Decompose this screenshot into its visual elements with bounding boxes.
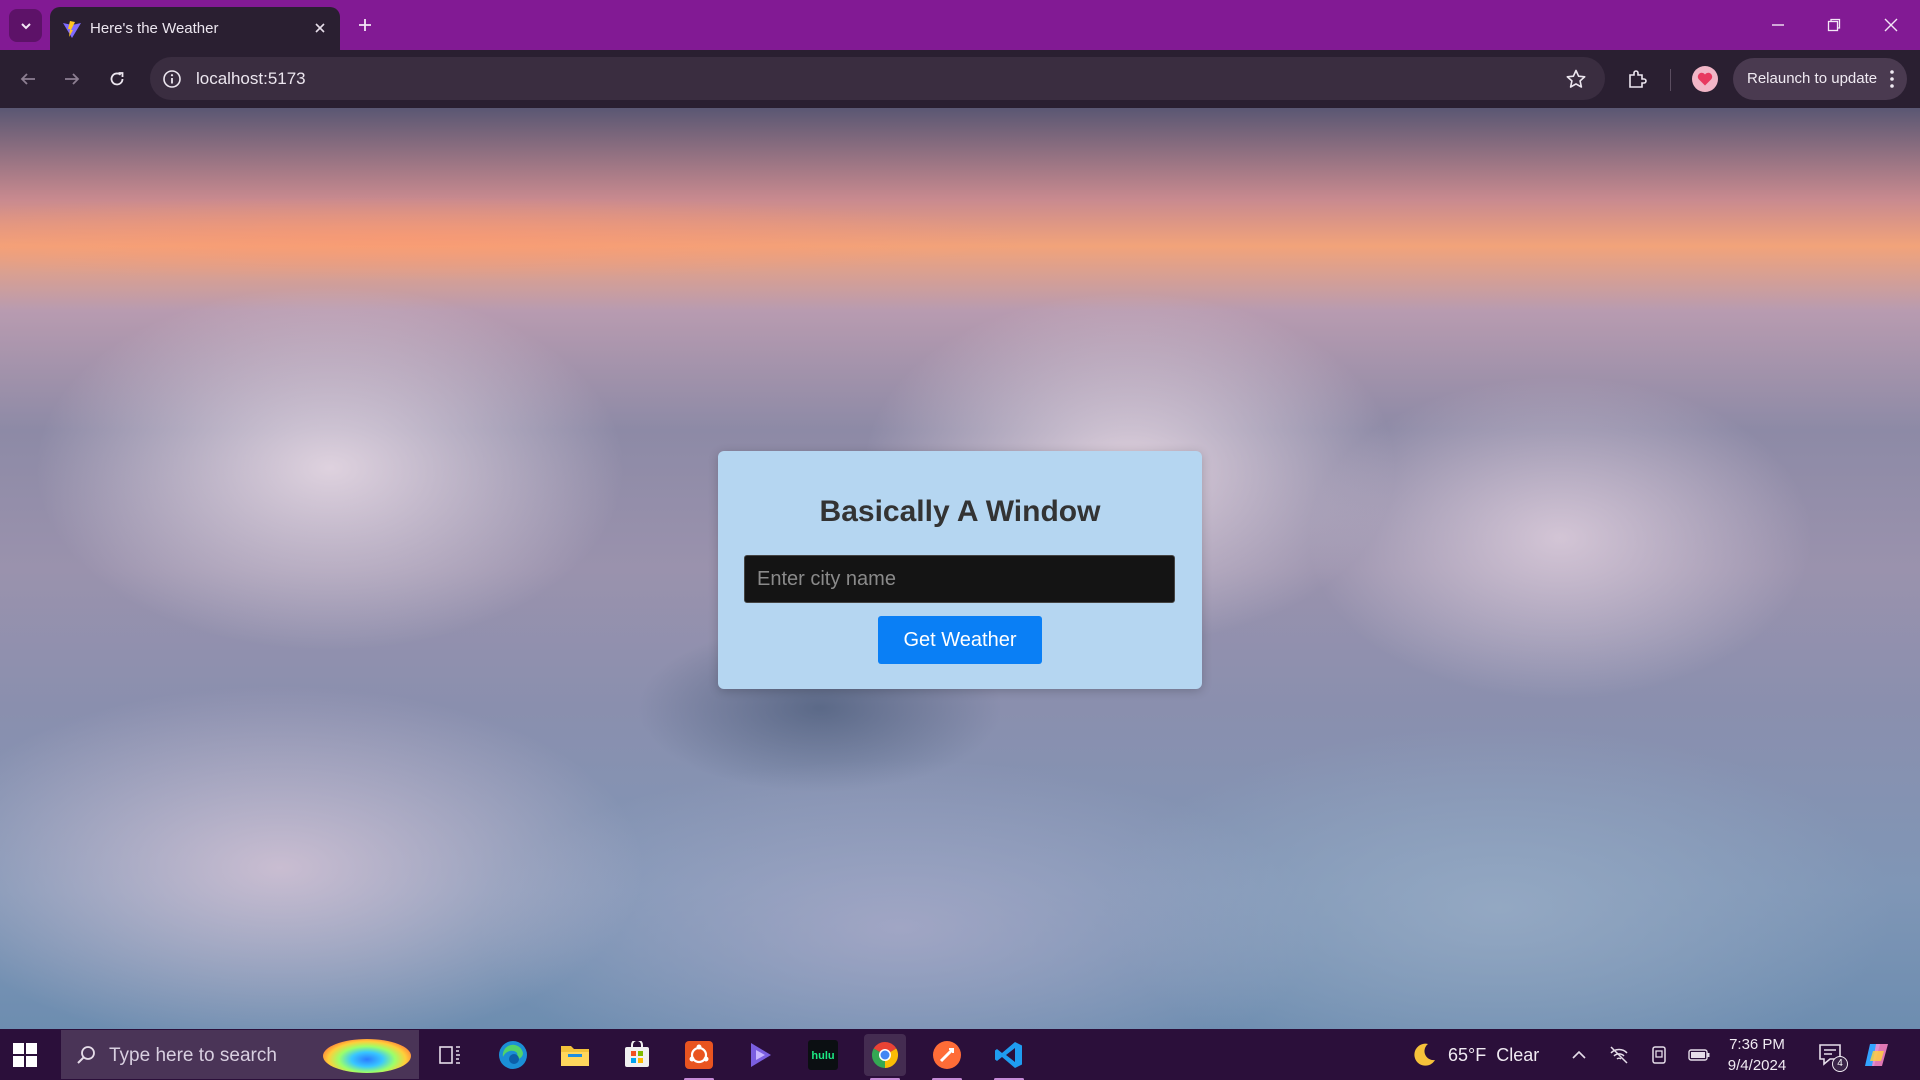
battery-icon (1688, 1049, 1710, 1061)
chrome-taskbar-app[interactable] (864, 1034, 906, 1080)
search-highlight-art-icon (323, 1039, 411, 1073)
task-view-button[interactable] (429, 1034, 471, 1076)
minimize-icon (1772, 24, 1784, 26)
sunset-glow (0, 178, 1920, 298)
more-vertical-icon (1890, 70, 1894, 88)
relaunch-to-update-button[interactable]: Relaunch to update (1733, 58, 1907, 100)
address-bar[interactable]: localhost:5173 (150, 57, 1605, 100)
task-view-icon (439, 1046, 460, 1064)
reload-button[interactable] (103, 65, 131, 93)
weather-widget[interactable]: 65°F Clear (1410, 1041, 1539, 1069)
taskbar-search-box[interactable]: Type here to search (61, 1030, 419, 1079)
file-explorer-taskbar-app[interactable] (554, 1034, 596, 1076)
microsoft-store-taskbar-app[interactable] (616, 1034, 658, 1076)
folder-icon (561, 1046, 589, 1066)
minimize-button[interactable] (1758, 10, 1798, 40)
network-icon (1610, 1046, 1628, 1064)
url-text[interactable]: localhost:5173 (196, 69, 306, 89)
copilot-icon[interactable] (1862, 1041, 1892, 1069)
tab-title: Here's the Weather (90, 20, 219, 37)
close-icon (315, 23, 325, 33)
show-hidden-icons-button[interactable] (1568, 1044, 1590, 1066)
arrow-right-icon (65, 73, 80, 85)
hulu-taskbar-app[interactable]: hulu (802, 1034, 844, 1076)
clock-time: 7:36 PM (1729, 1036, 1785, 1053)
weather-temperature: 65°F (1448, 1044, 1487, 1065)
search-icon (77, 1046, 95, 1064)
device-tray-button[interactable] (1648, 1044, 1670, 1066)
city-name-input[interactable] (744, 555, 1175, 603)
bookmark-star-icon[interactable] (1565, 68, 1587, 90)
close-icon (1884, 18, 1898, 32)
browser-toolbar: localhost:5173 Relaunch to update (0, 50, 1920, 108)
hulu-icon: hulu (808, 1040, 838, 1070)
get-weather-button[interactable]: Get Weather (878, 616, 1042, 664)
store-icon (625, 1041, 649, 1067)
chrome-icon (871, 1041, 899, 1069)
plus-icon (359, 19, 371, 31)
restore-icon (1827, 18, 1841, 32)
taskbar-clock[interactable]: 7:36 PM 9/4/2024 (1712, 1034, 1802, 1076)
network-tray-button[interactable] (1608, 1044, 1630, 1066)
notification-count-badge: 4 (1832, 1056, 1848, 1072)
browser-tab[interactable]: Here's the Weather (50, 7, 340, 50)
reload-icon (110, 72, 124, 86)
device-icon (1652, 1046, 1666, 1064)
back-button[interactable] (14, 65, 42, 93)
postman-icon (933, 1041, 961, 1069)
close-window-button[interactable] (1871, 10, 1911, 40)
vscode-taskbar-app[interactable] (988, 1034, 1030, 1080)
profile-avatar[interactable] (1692, 66, 1718, 92)
taskbar-search-placeholder: Type here to search (109, 1045, 277, 1066)
postman-taskbar-app[interactable] (926, 1034, 968, 1080)
weather-card: Basically A Window Get Weather (718, 451, 1202, 689)
restore-button[interactable] (1814, 10, 1854, 40)
tab-search-button[interactable] (9, 9, 42, 42)
browser-tab-strip: Here's the Weather (0, 0, 1920, 50)
moon-icon (1414, 1043, 1435, 1066)
extensions-puzzle-icon[interactable] (1625, 67, 1649, 91)
notification-center-button[interactable]: 4 (1818, 1042, 1848, 1072)
edge-taskbar-app[interactable] (492, 1034, 534, 1076)
chevron-up-icon (1572, 1050, 1586, 1059)
vite-favicon-icon (63, 21, 81, 38)
ubuntu-taskbar-app[interactable] (678, 1034, 720, 1080)
site-info-icon[interactable] (162, 69, 182, 89)
tab-close-button[interactable] (310, 18, 330, 38)
edge-icon (499, 1041, 527, 1069)
clipchamp-taskbar-app[interactable] (740, 1034, 782, 1076)
arrow-left-icon (20, 73, 35, 85)
battery-tray-button[interactable] (1688, 1044, 1710, 1066)
ubuntu-icon (685, 1041, 713, 1069)
hulu-label: hulu (811, 1050, 834, 1062)
forward-button[interactable] (58, 65, 86, 93)
clipchamp-icon (751, 1043, 771, 1067)
clock-date: 9/4/2024 (1727, 1057, 1787, 1074)
new-tab-button[interactable] (352, 12, 378, 38)
app-heading: Basically A Window (819, 495, 1101, 528)
toolbar-divider (1670, 69, 1671, 91)
chevron-down-icon (20, 22, 31, 29)
windows-start-icon[interactable] (12, 1042, 38, 1068)
weather-condition: Clear (1496, 1044, 1540, 1065)
heart-avatar-icon (1697, 72, 1713, 86)
vscode-icon (995, 1042, 1022, 1068)
windows-taskbar: Type here to search hulu 65°F Clear 7:36… (0, 1029, 1920, 1080)
relaunch-label: Relaunch to update (1747, 70, 1878, 87)
